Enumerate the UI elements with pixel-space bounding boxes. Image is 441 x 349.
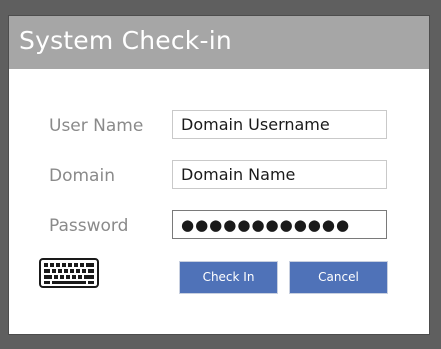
dialog-title: System Check-in: [19, 26, 232, 55]
domain-label: Domain: [49, 166, 115, 186]
title-bar: System Check-in: [9, 16, 429, 69]
keyboard-icon[interactable]: [39, 258, 99, 288]
password-field[interactable]: [172, 210, 387, 239]
username-field[interactable]: [172, 110, 387, 139]
password-label: Password: [49, 216, 129, 236]
cancel-button[interactable]: Cancel: [289, 261, 388, 294]
username-label: User Name: [49, 116, 144, 136]
check-in-button[interactable]: Check In: [179, 261, 278, 294]
check-in-dialog: System Check-in User Name Domain Passwor…: [9, 16, 429, 334]
domain-field[interactable]: [172, 160, 387, 189]
